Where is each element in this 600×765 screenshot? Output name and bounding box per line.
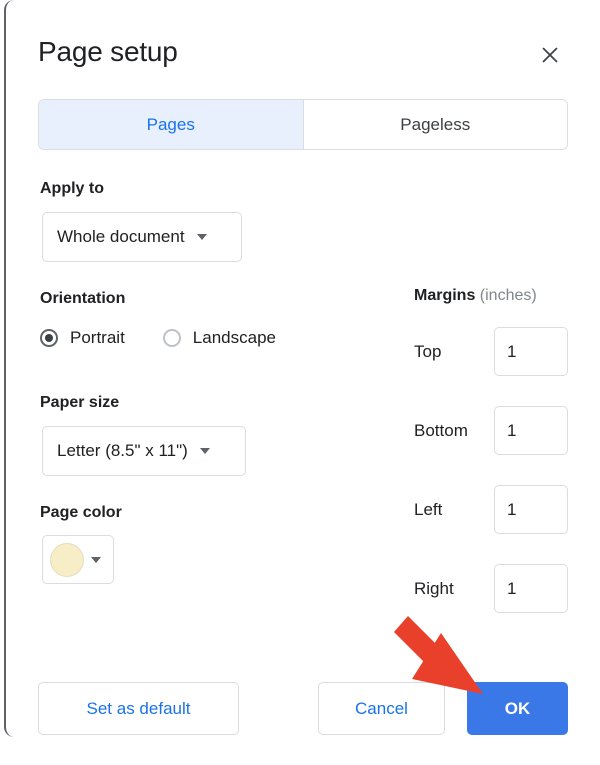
margin-top-input[interactable] (494, 327, 568, 376)
radio-selected-icon (40, 329, 58, 347)
margin-row-bottom: Bottom (414, 406, 574, 455)
margin-row-left: Left (414, 485, 574, 534)
radio-landscape[interactable]: Landscape (162, 328, 276, 348)
margin-row-right: Right (414, 564, 574, 613)
page-setup-dialog: Page setup Pages Pageless Apply to Whole… (4, 0, 596, 737)
radio-unselected-icon (162, 329, 181, 347)
ok-label: OK (504, 698, 531, 718)
layout-tabs: Pages Pageless (38, 99, 568, 150)
chevron-down-icon (196, 234, 207, 240)
margin-bottom-label: Bottom (414, 420, 468, 440)
set-as-default-button[interactable]: Set as default (38, 682, 239, 735)
tab-pages-label: Pages (146, 114, 195, 134)
margins-unit: (inches) (479, 287, 537, 304)
tab-pages[interactable]: Pages (39, 100, 304, 149)
close-icon (540, 45, 560, 65)
paper-size-select[interactable]: Letter (8.5" x 11") (42, 426, 246, 476)
tab-pageless-label: Pageless (400, 114, 471, 134)
cancel-label: Cancel (355, 698, 408, 718)
radio-landscape-label: Landscape (192, 328, 276, 347)
margins-title: Margins (414, 287, 476, 304)
chevron-down-icon (199, 448, 210, 454)
margin-row-top: Top (414, 327, 574, 376)
margin-right-label: Right (414, 578, 454, 598)
apply-to-value: Whole document (57, 227, 185, 246)
margin-right-input[interactable] (494, 564, 568, 613)
orientation-radio-group: Portrait Landscape (40, 328, 370, 348)
cancel-button[interactable]: Cancel (318, 682, 445, 735)
paper-size-value: Letter (8.5" x 11") (57, 441, 188, 460)
page-color-picker[interactable] (42, 535, 114, 584)
radio-portrait-label: Portrait (70, 328, 125, 347)
margin-left-label: Left (414, 499, 443, 519)
orientation-label: Orientation (40, 290, 126, 307)
radio-portrait[interactable]: Portrait (40, 328, 125, 348)
margin-top-label: Top (414, 341, 442, 361)
chevron-down-icon (91, 556, 101, 563)
close-button[interactable] (533, 38, 567, 72)
color-swatch (50, 542, 84, 577)
paper-size-label: Paper size (40, 394, 120, 411)
ok-button[interactable]: OK (467, 682, 568, 735)
margins-heading: Margins (inches) (414, 287, 537, 305)
screenshot-canvas: Page setup Pages Pageless Apply to Whole… (0, 0, 600, 765)
margin-left-input[interactable] (494, 485, 568, 534)
margin-bottom-input[interactable] (494, 406, 568, 455)
tab-pageless[interactable]: Pageless (303, 100, 567, 149)
apply-to-label: Apply to (40, 180, 104, 197)
apply-to-select[interactable]: Whole document (42, 212, 242, 262)
page-color-label: Page color (40, 504, 122, 521)
set-as-default-label: Set as default (86, 698, 191, 718)
page-title: Page setup (38, 36, 178, 67)
